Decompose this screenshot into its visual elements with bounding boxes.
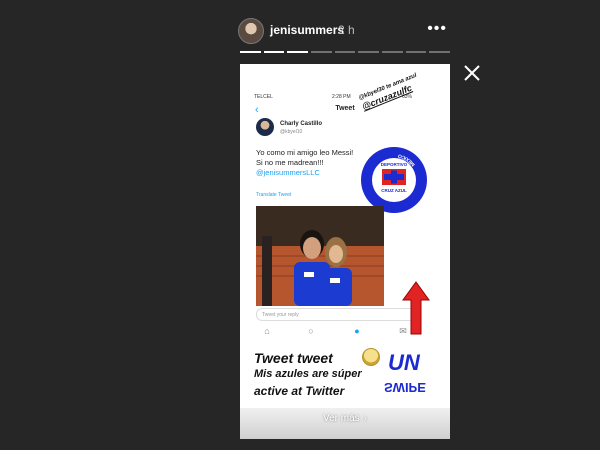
story-content[interactable]: TELCEL 2:28 PM 63% ‹ Tweet Charly Castil… xyxy=(240,64,450,439)
progress-segment xyxy=(382,51,403,53)
emoji-sticker-icon xyxy=(362,348,380,366)
banner-line-2: Mis azules are súper xyxy=(254,368,362,380)
see-more-bar: Ver más › xyxy=(240,408,450,439)
phone-status-bar: TELCEL 2:28 PM 63% xyxy=(240,92,450,102)
time-ago: 2 h xyxy=(338,23,355,37)
tweet-mention: @jenisummersLLC xyxy=(256,168,320,177)
progress-segment xyxy=(287,51,309,53)
home-icon: ⌂ xyxy=(264,326,270,336)
progress-segment xyxy=(311,51,332,53)
tweet-text: Yo como mi amigo leo Messi! Si no me mad… xyxy=(256,148,366,178)
story-header: jenisummers 2 h ••• xyxy=(236,16,451,46)
progress-segment xyxy=(405,51,427,53)
author-name: Charly Castillo xyxy=(280,121,323,127)
translate-link: Translate Tweet xyxy=(256,192,292,198)
progress-segment xyxy=(429,51,451,53)
progress-segment xyxy=(334,51,356,53)
progress-segment xyxy=(240,51,261,53)
see-more-label: Ver más xyxy=(322,413,360,424)
reply-input: Tweet your reply xyxy=(256,308,416,321)
crest-bottom-text: CRUZ AZUL xyxy=(381,188,407,193)
nav-title: Tweet xyxy=(335,105,355,112)
crest-top-text: DEPORTIVO xyxy=(381,162,408,167)
close-icon[interactable] xyxy=(462,63,482,83)
notifications-icon: ● xyxy=(354,326,360,336)
username[interactable]: jenisummers xyxy=(270,23,344,37)
avatar[interactable] xyxy=(238,18,264,44)
phone-time: 2:28 PM xyxy=(332,94,351,100)
banner-line-3: active at Twitter xyxy=(254,384,345,398)
tweet-line-2: Si no me madrean!!! xyxy=(256,158,324,167)
tweet-line-1: Yo como mi amigo leo Messi! xyxy=(256,148,354,157)
swipe-logo: SWIPE xyxy=(384,380,426,395)
author-avatar xyxy=(256,118,274,136)
tweet-photo xyxy=(256,206,384,306)
story-progress-bar xyxy=(240,51,451,53)
banner-line-1: Tweet tweet xyxy=(254,350,333,366)
chevron-right-icon: › xyxy=(363,413,368,424)
swipe-up-arrow-icon xyxy=(402,281,430,335)
carrier-label: TELCEL xyxy=(254,94,273,100)
progress-segment xyxy=(358,51,380,53)
cruz-azul-crest: MEXICO DEPORTIVO CRUZ AZUL xyxy=(361,147,427,213)
caption-banner: Tweet tweet Mis azules are súper active … xyxy=(240,344,450,404)
see-more-button[interactable]: Ver más › xyxy=(323,413,367,424)
tweet-navbar: ‹ Tweet xyxy=(250,104,440,118)
un-logo: UN xyxy=(388,350,420,375)
author-handle: @kbyel10 xyxy=(280,129,303,135)
twitter-tab-bar: ⌂ ○ ● ✉ xyxy=(256,326,416,340)
progress-segment xyxy=(263,51,285,53)
search-icon: ○ xyxy=(308,326,314,336)
more-options-icon[interactable]: ••• xyxy=(427,20,447,38)
